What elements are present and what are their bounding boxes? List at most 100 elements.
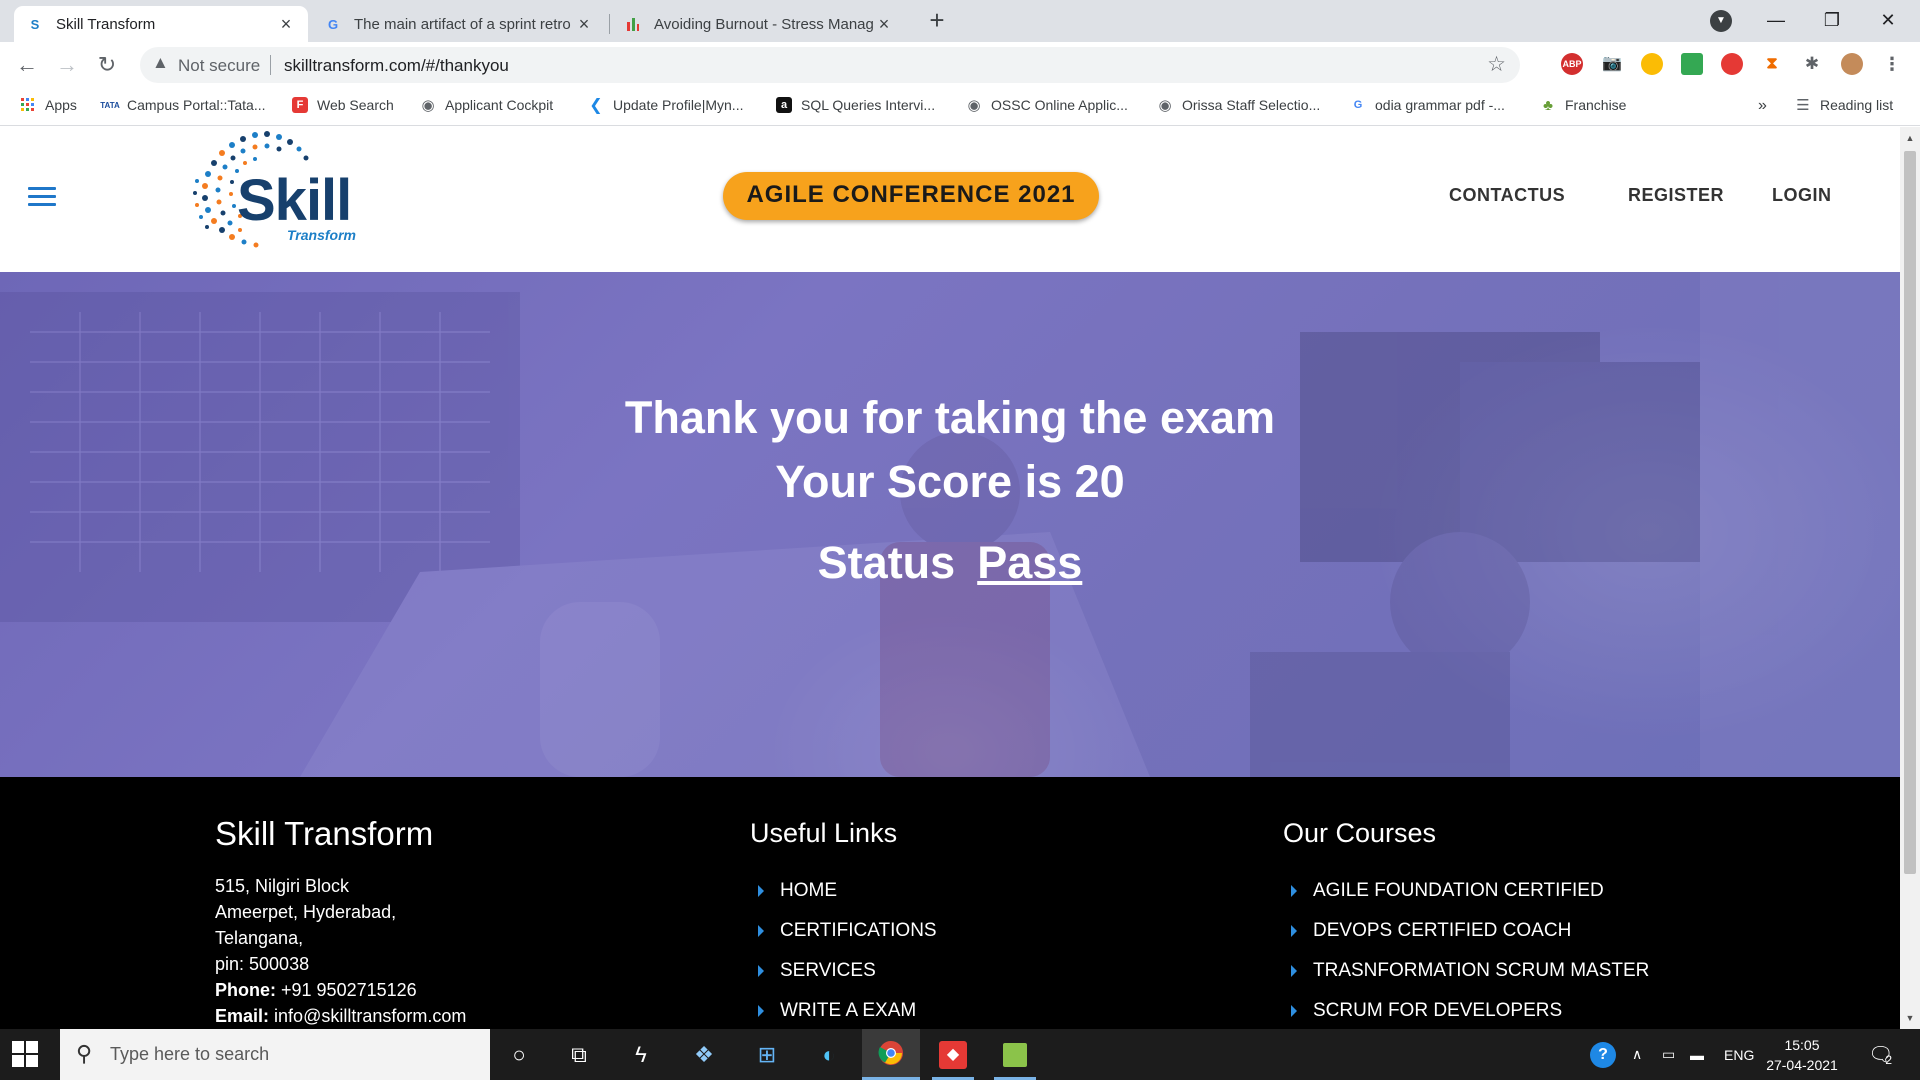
bookmark-franchise[interactable]: ♣ Franchise bbox=[1540, 96, 1626, 114]
language-indicator[interactable]: ENG bbox=[1724, 1029, 1754, 1080]
bookmark-label: Orissa Staff Selectio... bbox=[1182, 97, 1321, 113]
footer-link-certifications[interactable]: CERTIFICATIONS bbox=[750, 911, 937, 951]
caret-right-icon bbox=[1291, 965, 1297, 977]
tab-skill-transform[interactable]: S Skill Transform × bbox=[14, 6, 308, 42]
phone-line: Phone: +91 9502715126 bbox=[215, 977, 466, 1003]
bookmark-update-profile[interactable]: ❮ Update Profile|Myn... bbox=[588, 97, 743, 114]
lightning-app-icon[interactable]: ϟ bbox=[612, 1029, 670, 1080]
footer-link-services[interactable]: SERVICES bbox=[750, 951, 937, 991]
tab-close-icon[interactable]: × bbox=[574, 14, 594, 35]
address-bar[interactable]: ▲ Not secure skilltransform.com/#/thanky… bbox=[140, 47, 1520, 83]
puzzle-extensions-icon[interactable]: ✱ bbox=[1801, 53, 1823, 75]
camera-icon[interactable]: 📷 bbox=[1601, 53, 1623, 75]
tab-close-icon[interactable]: × bbox=[276, 14, 296, 35]
plant-icon: ♣ bbox=[1543, 96, 1553, 114]
notification-center-icon[interactable]: 🗨 2 bbox=[1868, 1029, 1893, 1080]
notepad-app-icon[interactable] bbox=[986, 1029, 1044, 1080]
red-extension-icon[interactable] bbox=[1721, 53, 1743, 75]
security-status[interactable]: Not secure bbox=[178, 56, 260, 76]
scroll-down-arrow-icon[interactable]: ▼ bbox=[1900, 1009, 1920, 1027]
agile-conference-button[interactable]: AGILE CONFERENCE 2021 bbox=[723, 172, 1099, 220]
show-hidden-icons-icon[interactable]: ∧ bbox=[1632, 1029, 1642, 1080]
skill-transform-logo[interactable]: Skill Transform bbox=[183, 127, 373, 255]
meet-now-icon[interactable]: ▭ bbox=[1662, 1029, 1675, 1080]
page-scrollbar[interactable]: ▲ ▼ bbox=[1900, 127, 1920, 1029]
minimize-button[interactable]: — bbox=[1748, 0, 1804, 40]
status-pass-link[interactable]: Pass bbox=[977, 537, 1082, 588]
course-label: AGILE FOUNDATION CERTIFIED bbox=[1313, 880, 1604, 901]
back-button[interactable]: ← bbox=[12, 50, 42, 80]
help-icon[interactable]: ? bbox=[1590, 1029, 1616, 1080]
bookmark-odia-grammar[interactable]: G odia grammar pdf -... bbox=[1350, 97, 1505, 113]
bookmark-label: Campus Portal::Tata... bbox=[127, 97, 266, 113]
tab-search-icon[interactable]: ▼ bbox=[1710, 10, 1732, 32]
google-logo-icon: G bbox=[1353, 99, 1363, 111]
forward-button[interactable]: → bbox=[52, 50, 82, 80]
footer-link-write-exam[interactable]: WRITE A EXAM bbox=[750, 991, 937, 1029]
tab-title: Avoiding Burnout - Stress Manag bbox=[654, 15, 874, 33]
bookmark-ossc[interactable]: ◉ OSSC Online Applic... bbox=[966, 97, 1128, 114]
address-line: Telangana, bbox=[215, 928, 304, 948]
new-tab-button[interactable]: + bbox=[922, 6, 952, 36]
bookmark-star-icon[interactable]: ☆ bbox=[1487, 52, 1506, 77]
task-view-icon[interactable]: ⧉ bbox=[550, 1029, 608, 1080]
a-logo-icon: a bbox=[776, 97, 792, 113]
dropbox-icon[interactable]: ❖ bbox=[675, 1029, 733, 1080]
bookmark-label: SQL Queries Intervi... bbox=[801, 97, 936, 113]
profile-avatar[interactable] bbox=[1841, 53, 1863, 75]
nav-contactus-link[interactable]: CONTACTUS bbox=[1449, 185, 1565, 206]
green-extension-icon[interactable] bbox=[1681, 53, 1703, 75]
bookmark-applicant-cockpit[interactable]: ◉ Applicant Cockpit bbox=[420, 97, 553, 114]
cortana-icon[interactable]: ○ bbox=[490, 1029, 548, 1080]
link-label: WRITE A EXAM bbox=[780, 1000, 917, 1021]
scroll-up-arrow-icon[interactable]: ▲ bbox=[1900, 129, 1920, 147]
url-text[interactable]: skilltransform.com/#/thankyou bbox=[284, 56, 509, 76]
clock-time: 15:05 bbox=[1784, 1037, 1820, 1053]
search-icon: ⚲ bbox=[76, 1041, 93, 1066]
chrome-browser-icon[interactable] bbox=[862, 1029, 920, 1080]
menu-kebab-icon[interactable]: ⋮ bbox=[1881, 53, 1903, 75]
close-window-button[interactable]: ✕ bbox=[1860, 0, 1916, 40]
footer-useful-links-column: Useful Links HOME CERTIFICATIONS SERVICE… bbox=[750, 818, 937, 1029]
reading-list-button[interactable]: ☰ Reading list bbox=[1795, 97, 1893, 114]
notification-count: 2 bbox=[1885, 1052, 1893, 1067]
our-courses-title: Our Courses bbox=[1283, 818, 1437, 848]
color-extension-icon[interactable] bbox=[1641, 53, 1663, 75]
system-clock[interactable]: 15:05 27-04-2021 bbox=[1762, 1035, 1842, 1075]
bookmarks-overflow-button[interactable]: » bbox=[1758, 97, 1767, 115]
hamburger-menu-icon[interactable] bbox=[28, 187, 56, 209]
footer-course-devops[interactable]: DEVOPS CERTIFIED COACH bbox=[1283, 911, 1649, 951]
adblock-plus-icon[interactable]: ABP bbox=[1561, 53, 1583, 75]
footer-course-scrum-master[interactable]: TRASNFORMATION SCRUM MASTER bbox=[1283, 951, 1649, 991]
tab-close-icon[interactable]: × bbox=[874, 14, 894, 35]
email-address[interactable]: info@skilltransform.com bbox=[274, 1006, 466, 1026]
tab-avoiding-burnout[interactable]: Avoiding Burnout - Stress Manag × bbox=[612, 6, 906, 42]
windows-start-icon[interactable] bbox=[12, 1041, 38, 1067]
hourglass-icon[interactable]: ⧗ bbox=[1761, 53, 1783, 75]
bookmark-web-search[interactable]: F Web Search bbox=[292, 97, 394, 113]
warning-icon[interactable]: ▲ bbox=[152, 53, 169, 73]
caret-right-icon bbox=[1291, 885, 1297, 897]
scrollbar-thumb[interactable] bbox=[1904, 151, 1916, 874]
phone-number[interactable]: +91 9502715126 bbox=[281, 980, 417, 1000]
footer-company-column: Skill Transform 515, Nilgiri Block Ameer… bbox=[215, 815, 466, 1029]
thankyou-hero-banner: Thank you for taking the exam Your Score… bbox=[0, 272, 1900, 777]
restore-button[interactable]: ❐ bbox=[1804, 0, 1860, 40]
taskbar-search-box[interactable]: ⚲ Type here to search bbox=[60, 1029, 490, 1080]
tata-logo-icon: TATA bbox=[100, 100, 120, 110]
tab-sprint-retro[interactable]: G The main artifact of a sprint retro × bbox=[312, 6, 606, 42]
bookmark-campus-portal[interactable]: TATA Campus Portal::Tata... bbox=[100, 97, 266, 113]
bookmark-orissa-staff[interactable]: ◉ Orissa Staff Selectio... bbox=[1157, 97, 1321, 114]
bookmark-apps[interactable]: Apps bbox=[20, 97, 77, 113]
edge-browser-icon[interactable]: ◐ bbox=[800, 1029, 858, 1080]
nav-register-link[interactable]: REGISTER bbox=[1628, 185, 1724, 206]
anydesk-icon[interactable]: ◆ bbox=[924, 1029, 982, 1080]
footer-link-home[interactable]: HOME bbox=[750, 871, 937, 911]
footer-course-agile-foundation[interactable]: AGILE FOUNDATION CERTIFIED bbox=[1283, 871, 1649, 911]
bookmark-sql-queries[interactable]: a SQL Queries Intervi... bbox=[776, 97, 935, 113]
network-app-icon[interactable]: ⊞ bbox=[738, 1029, 796, 1080]
battery-icon[interactable]: ▬ bbox=[1690, 1029, 1704, 1080]
reload-button[interactable]: ↻ bbox=[92, 50, 122, 80]
footer-course-scrum-developers[interactable]: SCRUM FOR DEVELOPERS bbox=[1283, 991, 1649, 1029]
nav-login-link[interactable]: LOGIN bbox=[1772, 185, 1832, 206]
